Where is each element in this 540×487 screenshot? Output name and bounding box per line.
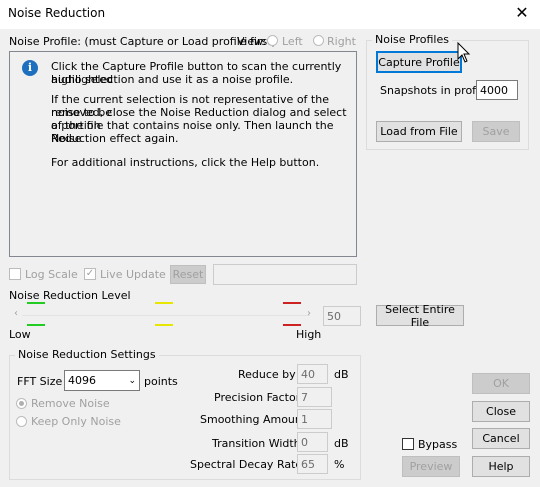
smoothing-label: Smoothing Amount xyxy=(200,413,307,426)
select-entire-file-button[interactable]: Select Entire File xyxy=(376,303,464,329)
level-tick-high xyxy=(283,324,301,326)
info-line: Reduction effect again. xyxy=(51,132,179,145)
high-label: High xyxy=(296,328,322,341)
fft-size-dropdown[interactable]: 4096 ⌄ xyxy=(64,370,140,391)
right-channel-label: Right xyxy=(327,35,356,48)
keep-only-noise-label: Keep Only Noise xyxy=(31,415,121,428)
level-tick-low xyxy=(27,324,45,326)
load-from-file-button[interactable]: Load from File xyxy=(376,121,462,142)
transition-width-label: Transition Width xyxy=(212,437,301,450)
noise-profile-label: Noise Profile: (must Capture or Load pro… xyxy=(9,35,276,48)
left-channel-radio[interactable] xyxy=(267,35,278,46)
cancel-button[interactable]: Cancel xyxy=(472,428,530,449)
level-tick-mid xyxy=(155,324,173,326)
level-tick-mid xyxy=(155,302,173,304)
transition-width-field[interactable]: 0 xyxy=(297,432,328,452)
spectral-decay-field[interactable]: 65 xyxy=(297,454,328,474)
live-update-checkbox[interactable]: ✓ xyxy=(84,268,96,280)
mouse-cursor-icon xyxy=(457,42,471,63)
log-scale-checkbox[interactable] xyxy=(9,268,21,280)
precision-label: Precision Factor xyxy=(214,391,301,404)
transition-width-unit: dB xyxy=(334,437,349,450)
fft-size-label: FFT Size xyxy=(17,375,63,388)
noise-reduction-level-title: Noise Reduction Level xyxy=(9,289,131,302)
reduce-by-unit: dB xyxy=(334,368,349,381)
spectral-decay-unit: % xyxy=(334,458,345,471)
reduce-by-label: Reduce by xyxy=(238,368,296,381)
capture-profile-button[interactable]: Capture Profile xyxy=(376,51,462,73)
left-channel-label: Left xyxy=(282,35,303,48)
preview-button[interactable]: Preview xyxy=(402,456,460,477)
snapshots-label: Snapshots in profile xyxy=(380,84,489,97)
slider-right-arrow-icon[interactable]: › xyxy=(307,308,311,319)
noise-profiles-title: Noise Profiles xyxy=(372,33,452,46)
remove-noise-radio[interactable] xyxy=(16,398,27,409)
keep-only-noise-radio[interactable] xyxy=(16,416,27,427)
close-icon[interactable]: ✕ xyxy=(512,3,532,23)
level-value-field[interactable]: 50 xyxy=(323,306,361,326)
level-tick-low xyxy=(27,302,45,304)
bypass-label: Bypass xyxy=(418,438,458,451)
remove-noise-label: Remove Noise xyxy=(31,397,110,410)
points-label: points xyxy=(144,375,178,388)
right-channel-radio[interactable] xyxy=(313,35,324,46)
info-line: audio selection and use it as a noise pr… xyxy=(51,73,294,86)
close-button[interactable]: Close xyxy=(472,401,530,422)
chevron-down-icon: ⌄ xyxy=(128,375,136,386)
low-label: Low xyxy=(9,328,31,341)
live-update-label: Live Update xyxy=(100,268,166,281)
level-tick-high xyxy=(283,302,301,304)
graph-readout-field xyxy=(213,264,357,285)
title-divider xyxy=(0,28,540,29)
bypass-checkbox[interactable] xyxy=(402,438,414,450)
help-button[interactable]: Help xyxy=(472,456,530,477)
precision-field[interactable]: 7 xyxy=(297,387,332,407)
reset-button[interactable]: Reset xyxy=(170,265,206,284)
settings-title: Noise Reduction Settings xyxy=(15,348,159,361)
snapshots-field[interactable]: 4000 xyxy=(476,80,518,100)
ok-button[interactable]: OK xyxy=(472,373,530,394)
slider-left-arrow-icon[interactable]: ‹ xyxy=(14,308,18,319)
spectral-decay-label: Spectral Decay Rate xyxy=(190,458,303,471)
info-icon: i xyxy=(22,60,38,76)
save-button[interactable]: Save xyxy=(472,121,520,142)
view-label: View: xyxy=(237,35,267,48)
reduce-by-field[interactable]: 40 xyxy=(297,364,328,384)
smoothing-field[interactable]: 1 xyxy=(297,409,332,429)
fft-size-value: 4096 xyxy=(68,374,96,387)
log-scale-label: Log Scale xyxy=(25,268,78,281)
info-line: For additional instructions, click the H… xyxy=(51,156,320,169)
window-title: Noise Reduction xyxy=(8,6,106,20)
level-slider-track[interactable] xyxy=(22,315,310,316)
